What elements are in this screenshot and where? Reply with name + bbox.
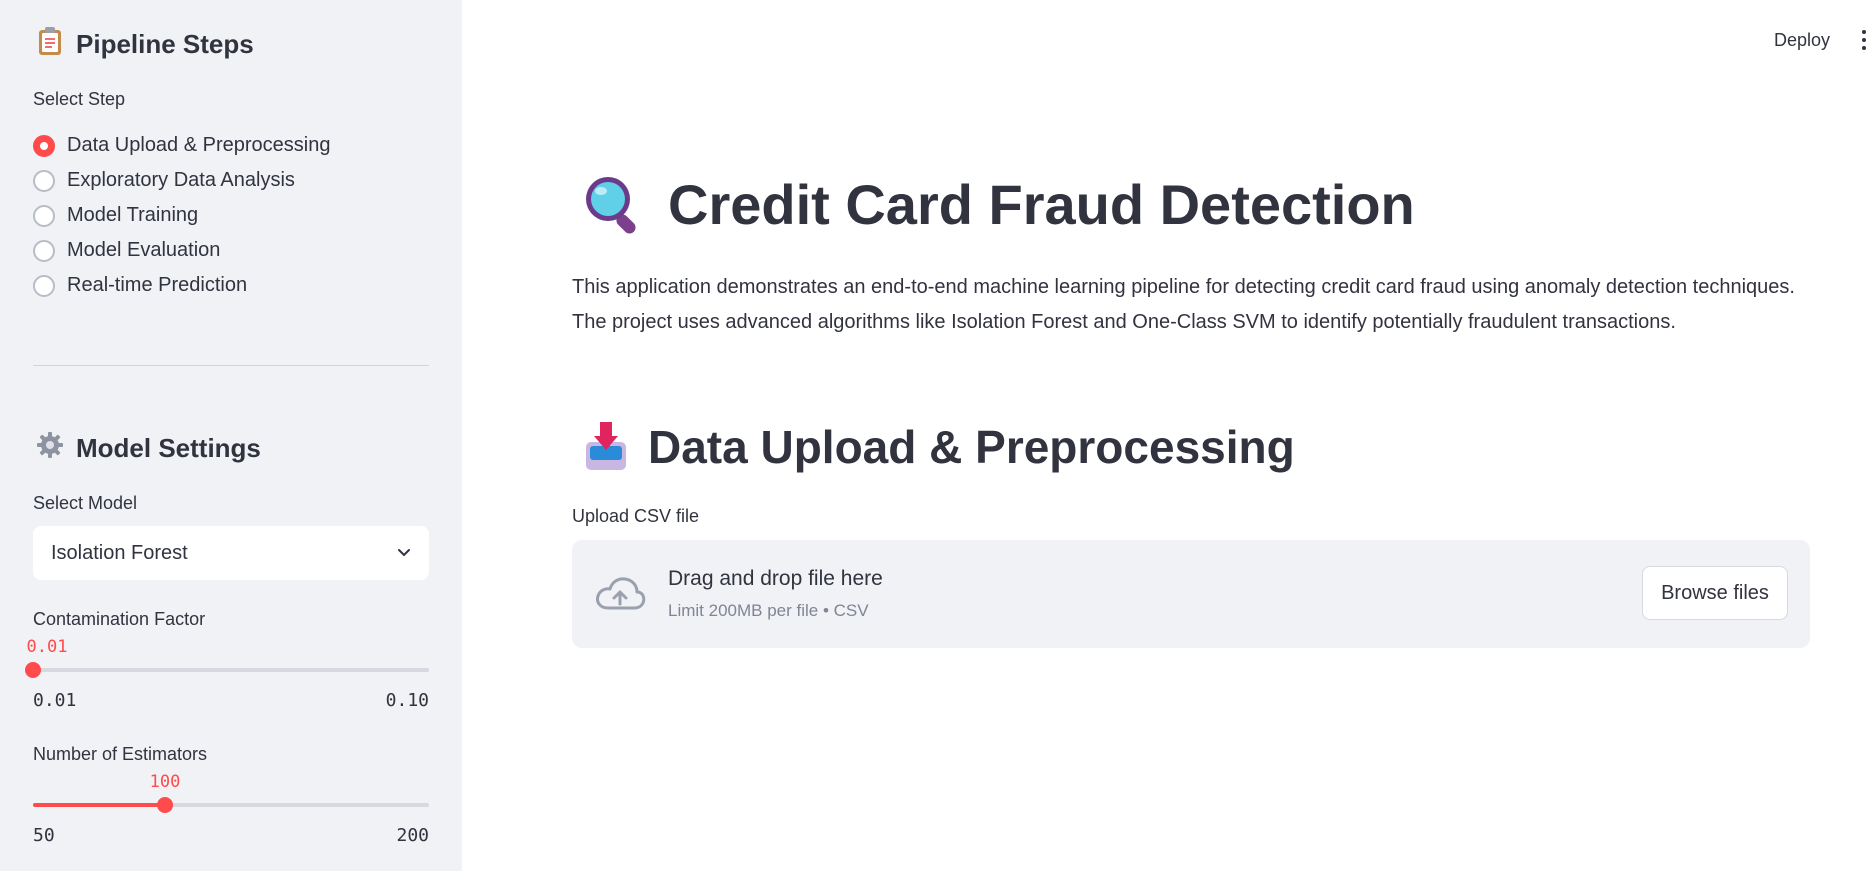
main-menu-icon[interactable] (1862, 30, 1868, 54)
slider-max: 0.10 (385, 690, 429, 711)
sidebar-divider (33, 365, 429, 366)
estimators-label: Number of Estimators (33, 744, 208, 764)
drop-instruction: Drag and drop file here (668, 567, 883, 590)
radio-dot[interactable] (33, 169, 55, 192)
step-radio-4[interactable]: Real-time Prediction (33, 268, 330, 303)
slider-value: 100 (149, 772, 181, 792)
step-label: Exploratory Data Analysis (67, 169, 295, 191)
step-label: Model Training (67, 204, 199, 226)
sidebar: Pipeline Steps Select Step Data Upload &… (0, 0, 462, 871)
slider-value: 0.01 (26, 637, 68, 657)
step-label: Data Upload & Preprocessing (67, 134, 331, 156)
upload-limit: Limit 200MB per file • CSV (668, 601, 869, 620)
slider-thumb[interactable] (25, 662, 41, 678)
slider-min: 50 (33, 825, 55, 846)
chevron-down-icon (398, 549, 410, 557)
step-radio-1[interactable]: Exploratory Data Analysis (33, 163, 330, 198)
radio-dot[interactable] (33, 204, 55, 227)
clipboard-icon (36, 26, 64, 63)
deploy-button[interactable]: Deploy (1774, 30, 1830, 51)
dropzone-text: Drag and drop file here Limit 200MB per … (668, 567, 883, 621)
pipeline-steps-header: Pipeline Steps (36, 26, 254, 63)
contamination-label: Contamination Factor (33, 609, 206, 629)
contamination-slider[interactable]: 0.01 0.01 0.10 (25, 637, 429, 711)
slider-track[interactable] (33, 668, 429, 672)
browse-files-button[interactable]: Browse files (1642, 566, 1788, 620)
step-radio-0[interactable]: Data Upload & Preprocessing (33, 128, 330, 163)
radio-dot[interactable] (33, 274, 55, 297)
step-radio-3[interactable]: Model Evaluation (33, 233, 330, 268)
model-select-value: Isolation Forest (51, 541, 188, 564)
upload-label: Upload CSV file (572, 506, 700, 526)
radio-dot[interactable] (33, 134, 55, 157)
magnifying-glass-icon (582, 173, 646, 237)
select-model-label: Select Model (33, 493, 138, 513)
intro-paragraph: This application demonstrates an end-to-… (572, 276, 1795, 333)
cloud-upload-icon (596, 577, 646, 610)
section-title: Data Upload & Preprocessing (582, 420, 1295, 474)
file-dropzone[interactable]: Drag and drop file here Limit 200MB per … (572, 540, 1810, 648)
model-settings-header: Model Settings (36, 431, 261, 466)
model-settings-title: Model Settings (76, 433, 261, 463)
model-select[interactable]: Isolation Forest (33, 526, 429, 580)
slider-thumb[interactable] (157, 797, 173, 813)
slider-min: 0.01 (33, 690, 77, 711)
step-label: Model Evaluation (67, 239, 221, 261)
step-radio-group: Data Upload & Preprocessing Exploratory … (33, 128, 330, 303)
pipeline-steps-title: Pipeline Steps (76, 29, 254, 59)
page-title: Credit Card Fraud Detection (582, 172, 1415, 237)
inbox-tray-icon (582, 422, 630, 472)
select-step-label: Select Step (33, 89, 126, 109)
step-label: Real-time Prediction (67, 274, 248, 296)
slider-fill (33, 803, 165, 807)
radio-dot[interactable] (33, 239, 55, 262)
slider-max: 200 (396, 825, 429, 846)
gear-icon (36, 431, 64, 466)
section-title-text: Data Upload & Preprocessing (648, 421, 1295, 473)
page-title-text: Credit Card Fraud Detection (668, 173, 1415, 236)
step-radio-2[interactable]: Model Training (33, 198, 330, 233)
estimators-slider[interactable]: 100 50 200 (33, 772, 429, 846)
